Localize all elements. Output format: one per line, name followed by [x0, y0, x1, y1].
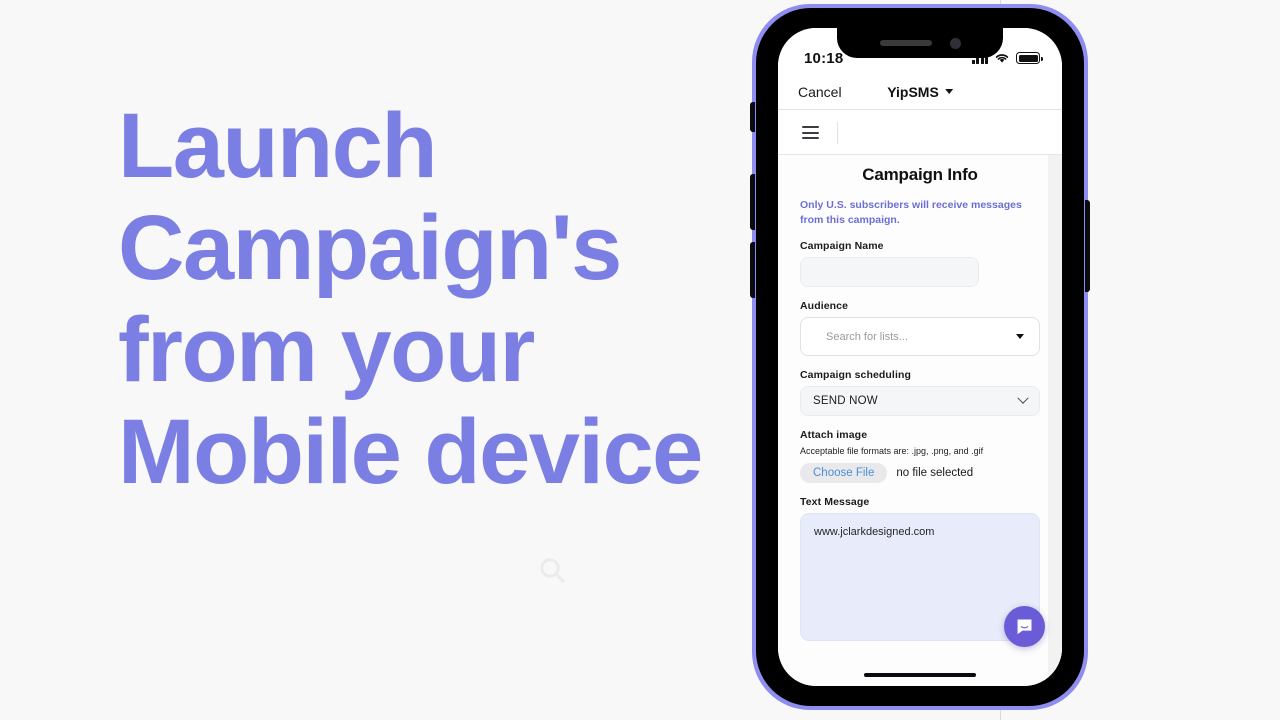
field-campaign-scheduling: Campaign scheduling SEND NOW — [800, 369, 1040, 416]
text-message-label: Text Message — [800, 496, 870, 508]
attach-image-label: Attach image — [800, 429, 868, 441]
page-title: Campaign Info — [862, 165, 978, 184]
wifi-icon — [995, 54, 1009, 63]
chevron-down-icon — [1017, 392, 1029, 404]
status-bar-time: 10:18 — [804, 49, 844, 67]
file-input-row: Choose File no file selected — [800, 463, 1040, 483]
cancel-button[interactable]: Cancel — [798, 84, 842, 100]
scheduling-select[interactable]: SEND NOW — [800, 386, 1040, 416]
phone-notch — [837, 28, 1003, 58]
site-title-label: YipSMS — [887, 83, 939, 100]
volume-up-button[interactable] — [750, 174, 755, 230]
hero-headline: Launch Campaign's from your Mobile devic… — [118, 95, 718, 503]
header-divider — [837, 121, 838, 144]
field-attach-image: Attach image Acceptable file formats are… — [800, 429, 1040, 483]
power-button[interactable] — [1085, 200, 1090, 292]
chat-bubble-glyph — [1017, 619, 1032, 635]
scheduling-label: Campaign scheduling — [800, 369, 911, 381]
site-title[interactable]: YipSMS — [887, 84, 953, 100]
phone-screen: 10:18 Cancel YipSMS Campaign Info Only U… — [778, 28, 1062, 686]
silent-switch-button[interactable] — [750, 102, 755, 132]
file-status-text: no file selected — [896, 467, 974, 479]
field-audience: Audience Search for lists... — [800, 300, 1040, 356]
hamburger-menu-icon[interactable] — [802, 126, 819, 139]
field-campaign-name: Campaign Name — [800, 240, 1040, 287]
hero-line-1: Launch — [118, 95, 438, 197]
hero-line-2: Campaign's — [118, 197, 622, 299]
audience-select[interactable]: Search for lists... — [800, 317, 1040, 356]
campaign-name-label: Campaign Name — [800, 240, 884, 252]
scheduling-selected-value: SEND NOW — [813, 395, 878, 407]
search-icon — [536, 554, 568, 586]
front-camera — [949, 37, 961, 49]
earpiece-speaker — [879, 40, 932, 46]
app-header — [778, 111, 1062, 155]
chevron-down-icon — [944, 89, 953, 94]
chat-bubble-icon[interactable] — [1004, 606, 1045, 647]
us-subscribers-notice: Only U.S. subscribers will receive messa… — [800, 199, 1022, 226]
audience-placeholder: Search for lists... — [826, 330, 908, 343]
home-indicator — [864, 673, 976, 677]
battery-icon — [1016, 52, 1043, 64]
hero-line-3: from your — [118, 299, 535, 401]
phone-mockup: 10:18 Cancel YipSMS Campaign Info Only U… — [750, 4, 1090, 710]
hero-line-4: Mobile device — [118, 401, 703, 503]
volume-down-button[interactable] — [750, 242, 755, 298]
audience-label: Audience — [800, 300, 849, 312]
caret-down-icon — [1016, 334, 1024, 339]
campaign-name-input[interactable] — [800, 257, 979, 287]
file-format-hint: Acceptable file formats are: .jpg, .png,… — [800, 446, 984, 456]
choose-file-button[interactable]: Choose File — [800, 463, 888, 483]
browser-nav-bar: Cancel YipSMS — [778, 74, 1062, 110]
